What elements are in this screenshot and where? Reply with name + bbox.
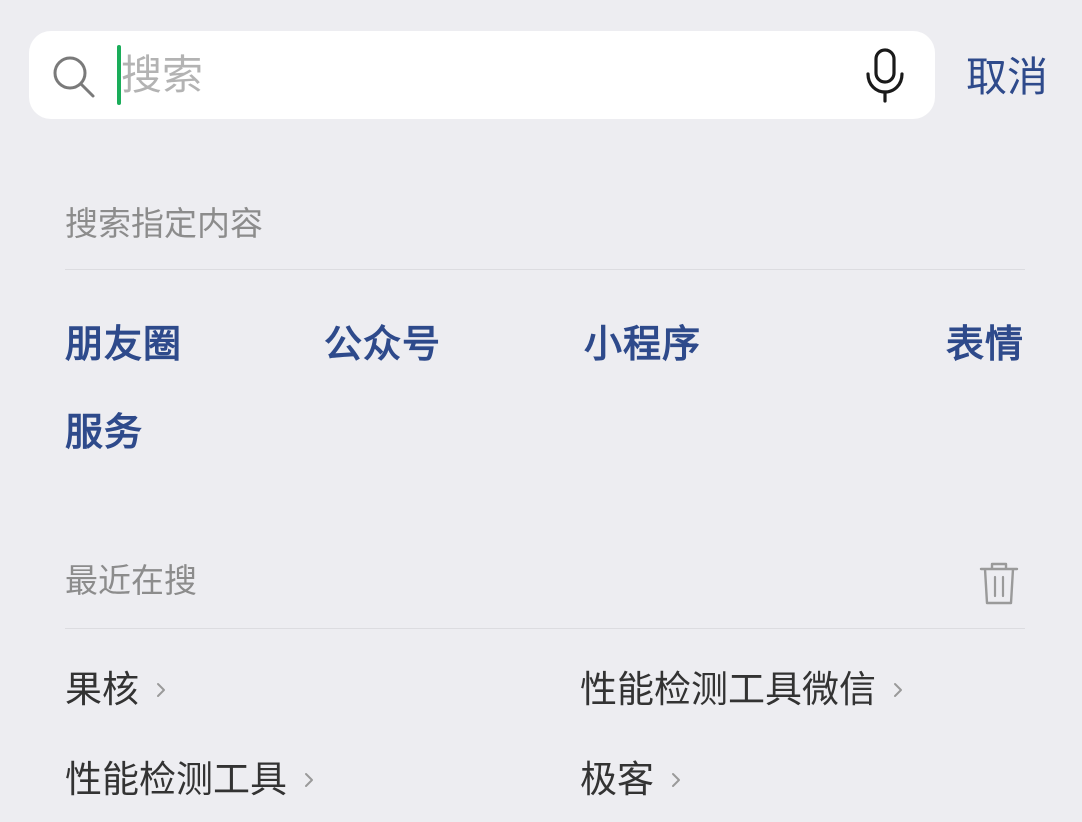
chevron-right-icon [894,683,902,697]
specified-content-title: 搜索指定内容 [65,204,263,243]
recent-search-label: 果核 [65,668,139,711]
recent-search-label: 极客 [580,758,654,801]
recent-search-item[interactable]: 极客 [580,757,686,803]
trash-icon[interactable] [978,560,1020,606]
recent-search-label: 性能检测工具微信 [580,668,876,711]
type-link-stickers[interactable]: 表情 [946,321,1024,367]
recent-searches-title: 最近在搜 [65,561,197,600]
chevron-right-icon [672,773,680,787]
search-icon [53,56,95,98]
chevron-right-icon [157,683,165,697]
type-link-moments[interactable]: 朋友圈 [65,321,182,367]
search-page: 取消 搜索指定内容 朋友圈 公众号 小程序 表情 服务 最近在搜 果核 性能检测… [0,0,1082,822]
type-link-official-accounts[interactable]: 公众号 [324,321,441,367]
recent-search-item[interactable]: 果核 [65,667,171,713]
type-link-services[interactable]: 服务 [65,409,143,455]
cancel-button[interactable]: 取消 [966,50,1048,104]
recent-search-item[interactable]: 性能检测工具微信 [580,667,908,713]
recent-search-item[interactable]: 性能检测工具 [65,757,319,803]
recent-search-label: 性能检测工具 [65,758,287,801]
type-link-mini-programs[interactable]: 小程序 [584,321,701,367]
section-divider [65,269,1025,270]
chevron-right-icon [305,773,313,787]
search-input[interactable] [121,49,841,101]
microphone-icon[interactable] [861,48,909,104]
search-bar[interactable] [29,31,935,119]
section-divider [65,628,1025,629]
